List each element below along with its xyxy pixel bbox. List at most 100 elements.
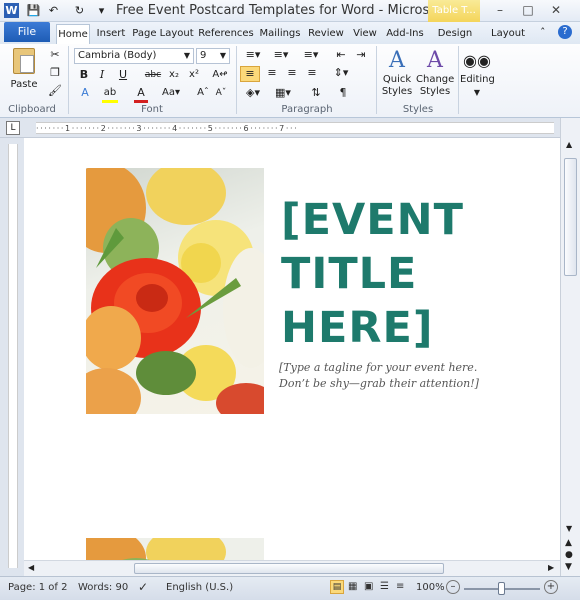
tab-selector-icon[interactable]: L [6,121,20,135]
zoom-out-icon[interactable]: – [446,580,460,594]
font-size-combo[interactable]: 9 ▼ [196,48,230,64]
event-title[interactable]: [EVENT TITLE HERE] [281,193,464,355]
bold-icon[interactable]: B [78,68,90,82]
chevron-down-icon: ▼ [473,88,481,97]
strikethrough-icon[interactable]: abc [144,68,162,82]
text-effects-icon[interactable]: A [78,86,92,100]
scroll-left-icon[interactable]: ◀ [28,563,34,572]
show-hide-icon[interactable]: ¶ [336,86,350,100]
horizontal-ruler[interactable]: L ·······1·······2·······3·······4······… [0,118,580,138]
change-styles-label-2: Styles [419,86,451,97]
tab-page-layout[interactable]: Page Layout [132,24,194,44]
numbering-icon[interactable]: ≡▾ [270,48,292,62]
tab-home[interactable]: Home [56,24,90,44]
superscript-icon[interactable]: x² [186,68,202,82]
vertical-ruler[interactable] [0,138,24,570]
document-page[interactable]: [EVENT TITLE HERE] [Type a tagline for y… [24,138,560,570]
maximize-icon[interactable]: □ [520,2,536,18]
decrease-indent-icon[interactable]: ⇤ [334,48,348,62]
zoom-in-icon[interactable]: + [544,580,558,594]
horizontal-scrollbar[interactable]: ◀ ▶ [24,560,560,576]
cut-icon[interactable]: ✂ [48,48,62,62]
editing-button[interactable]: ◉◉ Editing ▼ [460,48,495,100]
word-count[interactable]: Words: 90 [78,582,128,593]
print-layout-icon[interactable]: ▤ [330,580,344,594]
font-color-icon[interactable]: A [134,86,148,103]
multilevel-list-icon[interactable]: ≡▾ [300,48,322,62]
grow-font-icon[interactable]: Aˆ [196,86,210,100]
outline-icon[interactable]: ☰ [380,581,389,592]
quick-styles-button[interactable]: A Quick Styles [380,48,414,100]
scroll-up-icon[interactable]: ▲ [566,140,572,149]
scroll-down-icon[interactable]: ▼ [566,524,572,533]
tab-view[interactable]: View [350,24,380,44]
ruler-scale: ·······1·······2·······3·······4·······5… [36,122,554,134]
zoom-level[interactable]: 100% [416,582,445,593]
tab-layout[interactable]: Layout [488,24,528,44]
minimize-icon[interactable]: – [492,2,508,18]
close-icon[interactable]: ✕ [548,2,564,18]
italic-icon[interactable]: I [96,68,108,82]
help-icon[interactable]: ? [558,25,572,39]
web-layout-icon[interactable]: ▣ [364,581,373,592]
increase-indent-icon[interactable]: ⇥ [354,48,368,62]
change-styles-icon: A [427,48,443,73]
status-bar: Page: 1 of 2 Words: 90 ✓ English (U.S.) … [0,576,580,600]
window-title: Free Event Postcard Templates for Word -… [116,3,454,18]
title-bar: W 💾 ↶ ↻ ▾ Free Event Postcard Templates … [0,0,580,22]
event-title-line-3: HERE] [281,303,434,353]
tab-review[interactable]: Review [306,24,346,44]
line-spacing-icon[interactable]: ⇕▾ [330,66,352,80]
save-icon[interactable]: 💾 [26,3,41,18]
scroll-right-icon[interactable]: ▶ [548,563,554,572]
shrink-font-icon[interactable]: Aˇ [214,86,228,100]
horizontal-scroll-thumb[interactable] [134,563,444,574]
change-styles-button[interactable]: A Change Styles [416,48,454,100]
clipboard-group-label: Clipboard [8,104,56,115]
font-name-combo[interactable]: Cambria (Body) ▼ [74,48,194,64]
full-screen-reading-icon[interactable]: ▦ [348,581,357,592]
align-left-icon[interactable]: ≡ [240,66,260,82]
highlight-icon[interactable]: ab [102,86,118,103]
redo-icon[interactable]: ↻ [72,3,87,18]
tab-add-ins[interactable]: Add-Ins [384,24,426,44]
proofing-icon[interactable]: ✓ [138,580,148,594]
event-tagline[interactable]: [Type a tagline for your event here. Don… [279,360,509,392]
vertical-scrollbar[interactable]: ▲ ▼ ▲ ● ▼ [560,118,580,576]
customize-quick-access-icon[interactable]: ▾ [94,3,109,18]
page-count[interactable]: Page: 1 of 2 [8,582,67,593]
rose-photo [86,168,264,414]
zoom-slider-thumb[interactable] [498,582,505,595]
shading-icon[interactable]: ◈▾ [242,86,264,100]
change-case-icon[interactable]: Aa▾ [160,86,182,100]
browse-object-icon[interactable]: ● [565,550,573,560]
justify-icon[interactable]: ≡ [304,66,320,80]
quick-styles-icon: A [389,48,405,73]
tab-design[interactable]: Design [434,24,476,44]
copy-icon[interactable]: ❐ [48,66,62,80]
previous-page-icon[interactable]: ▲ [565,538,572,548]
draft-icon[interactable]: ≡ [396,581,404,592]
tab-mailings[interactable]: Mailings [258,24,302,44]
minimize-ribbon-icon[interactable]: ˆ [540,26,546,39]
clear-formatting-icon[interactable]: A↫ [212,68,228,82]
vertical-scroll-thumb[interactable] [564,158,577,276]
file-tab[interactable]: File [4,22,50,42]
borders-icon[interactable]: ▦▾ [272,86,294,100]
undo-icon[interactable]: ↶ [46,3,61,18]
next-page-icon[interactable]: ▼ [565,562,572,572]
align-right-icon[interactable]: ≡ [284,66,300,80]
binoculars-icon: ◉◉ [463,51,491,70]
align-center-icon[interactable]: ≡ [264,66,280,80]
sort-icon[interactable]: ⇅ [308,86,324,100]
bullets-icon[interactable]: ≡▾ [242,48,264,62]
paste-button[interactable]: Paste [8,48,40,98]
underline-icon[interactable]: U [116,68,130,82]
tab-insert[interactable]: Insert [94,24,128,44]
editing-label: Editing [460,74,495,85]
quick-styles-label-2: Styles [381,86,413,97]
subscript-icon[interactable]: x₂ [166,68,182,82]
format-painter-icon[interactable]: 🖌 [48,84,62,98]
language-indicator[interactable]: English (U.S.) [166,582,233,593]
tab-references[interactable]: References [197,24,255,44]
